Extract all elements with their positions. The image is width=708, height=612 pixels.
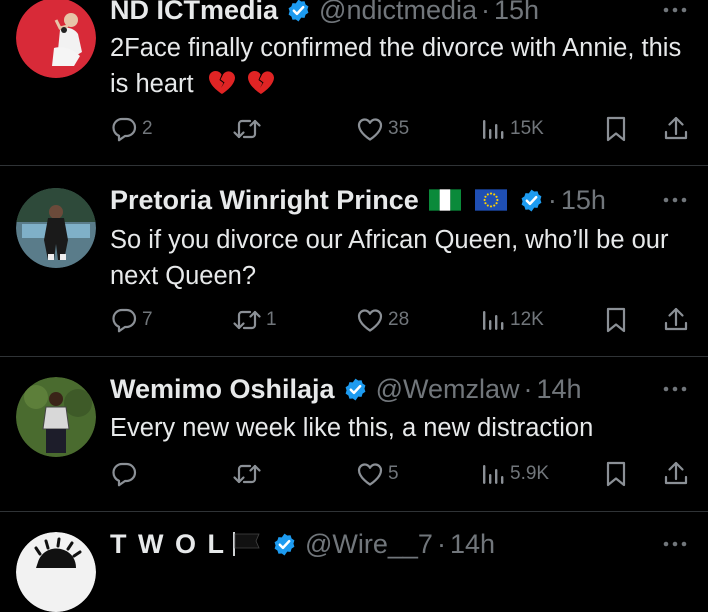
tweet-1[interactable]: ND ICTmedia @ndictmedia · 15h 2Face fina…: [0, 0, 708, 165]
timestamp[interactable]: 15h: [561, 185, 606, 216]
views-chart-icon: [480, 461, 506, 487]
retweet-icon: [232, 115, 262, 143]
reply-icon: [110, 306, 138, 334]
display-name[interactable]: Wemimo Oshilaja: [110, 374, 335, 405]
bookmark-icon: [604, 306, 628, 334]
tweet-text: 2Face finally confirmed the divorce with…: [110, 30, 690, 102]
like-count: 35: [388, 118, 410, 139]
reply-icon: [110, 460, 138, 488]
like-button[interactable]: 28: [356, 305, 409, 335]
retweet-button[interactable]: 1: [232, 305, 277, 335]
heart-icon: [356, 116, 384, 142]
separator-dot: ·: [481, 0, 491, 25]
display-name[interactable]: T W O L: [110, 529, 226, 560]
bookmark-button[interactable]: [604, 114, 628, 144]
avatar-pretoria[interactable]: [16, 188, 96, 268]
eu-flag-icon: [475, 189, 507, 211]
share-button[interactable]: [663, 114, 689, 144]
verified-badge-icon: [286, 0, 311, 23]
tweet-text: So if you divorce our African Queen, who…: [110, 226, 669, 290]
display-name[interactable]: ND ICTmedia: [110, 0, 278, 26]
reply-count: 2: [142, 118, 153, 139]
user-handle[interactable]: @ndictmedia: [319, 0, 477, 26]
separator-dot: ·: [523, 373, 533, 404]
avatar-twol[interactable]: [16, 532, 96, 612]
broken-heart-emoji-icon: [246, 68, 276, 96]
views-button[interactable]: 12K: [480, 305, 544, 335]
avatar-image: [16, 188, 96, 268]
user-handle[interactable]: @Wire__7: [305, 529, 433, 560]
share-icon: [663, 115, 689, 143]
tweet-3[interactable]: Wemimo Oshilaja @Wemzlaw · 14h Every new…: [0, 357, 708, 511]
like-button[interactable]: 5: [356, 459, 399, 489]
tweet-header: T W O L @Wire__7 · 14h: [110, 528, 495, 560]
avatar-wemimo[interactable]: [16, 377, 96, 457]
reply-icon: [110, 115, 138, 143]
share-icon: [663, 306, 689, 334]
share-icon: [663, 460, 689, 488]
reply-count: 7: [142, 309, 153, 330]
timestamp[interactable]: 14h: [537, 374, 582, 405]
broken-heart-emoji-icon: [207, 68, 237, 96]
verified-badge-icon: [343, 377, 368, 402]
views-button[interactable]: 5.9K: [480, 459, 549, 489]
views-chart-icon: [480, 307, 506, 333]
tweet-actions: 5 5.9K: [0, 459, 708, 489]
avatar-ndictmedia[interactable]: [16, 0, 96, 78]
retweet-button[interactable]: [232, 114, 266, 144]
separator-dot: ·: [436, 528, 446, 559]
more-options-icon[interactable]: [662, 540, 688, 548]
display-name[interactable]: Pretoria Winright Prince: [110, 185, 419, 216]
bookmark-button[interactable]: [604, 305, 628, 335]
user-handle[interactable]: @Wemzlaw: [376, 374, 520, 405]
share-button[interactable]: [663, 305, 689, 335]
tweet-text: Every new week like this, a new distract…: [110, 414, 594, 442]
reply-button[interactable]: 7: [110, 305, 153, 335]
retweet-icon: [232, 460, 262, 488]
views-chart-icon: [480, 116, 506, 142]
separator-dot: ·: [547, 184, 557, 215]
views-count: 5.9K: [510, 463, 550, 484]
share-button[interactable]: [663, 459, 689, 489]
timestamp[interactable]: 15h: [494, 0, 539, 26]
tweet-header: ND ICTmedia @ndictmedia · 15h: [110, 0, 539, 26]
heart-icon: [356, 307, 384, 333]
retweet-button[interactable]: [232, 459, 266, 489]
retweet-icon: [232, 306, 262, 334]
heart-icon: [356, 461, 384, 487]
views-count: 12K: [510, 309, 544, 330]
tweet-2[interactable]: Pretoria Winright Prince · 15h So if you…: [0, 166, 708, 356]
bookmark-button[interactable]: [604, 459, 628, 489]
tweet-text-content: 2Face finally confirmed the divorce with…: [110, 34, 682, 98]
nigeria-flag-icon: [429, 189, 461, 211]
like-count: 5: [388, 463, 399, 484]
tweet-actions: 7 1 28 12K: [0, 305, 708, 335]
bookmark-icon: [604, 115, 628, 143]
tweet-header: Wemimo Oshilaja @Wemzlaw · 14h: [110, 373, 582, 405]
reply-button[interactable]: 2: [110, 114, 153, 144]
tweet-header: Pretoria Winright Prince · 15h: [110, 184, 606, 216]
avatar-image: [16, 377, 96, 457]
views-button[interactable]: 15K: [480, 114, 544, 144]
verified-badge-icon: [519, 188, 544, 213]
black-flag-icon: [230, 532, 262, 556]
timestamp[interactable]: 14h: [450, 529, 495, 560]
verified-badge-icon: [272, 532, 297, 557]
like-button[interactable]: 35: [356, 114, 409, 144]
bookmark-icon: [604, 460, 628, 488]
views-count: 15K: [510, 118, 544, 139]
tweet-actions: 2 35 15K: [0, 114, 708, 144]
avatar-image: [16, 532, 96, 612]
more-options-icon[interactable]: [662, 196, 688, 204]
retweet-count: 1: [266, 309, 277, 330]
reply-button[interactable]: [110, 459, 142, 489]
avatar-image: [16, 0, 96, 78]
more-options-icon[interactable]: [662, 6, 688, 14]
more-options-icon[interactable]: [662, 385, 688, 393]
like-count: 28: [388, 309, 410, 330]
tweet-4[interactable]: T W O L @Wire__7 · 14h: [0, 512, 708, 612]
